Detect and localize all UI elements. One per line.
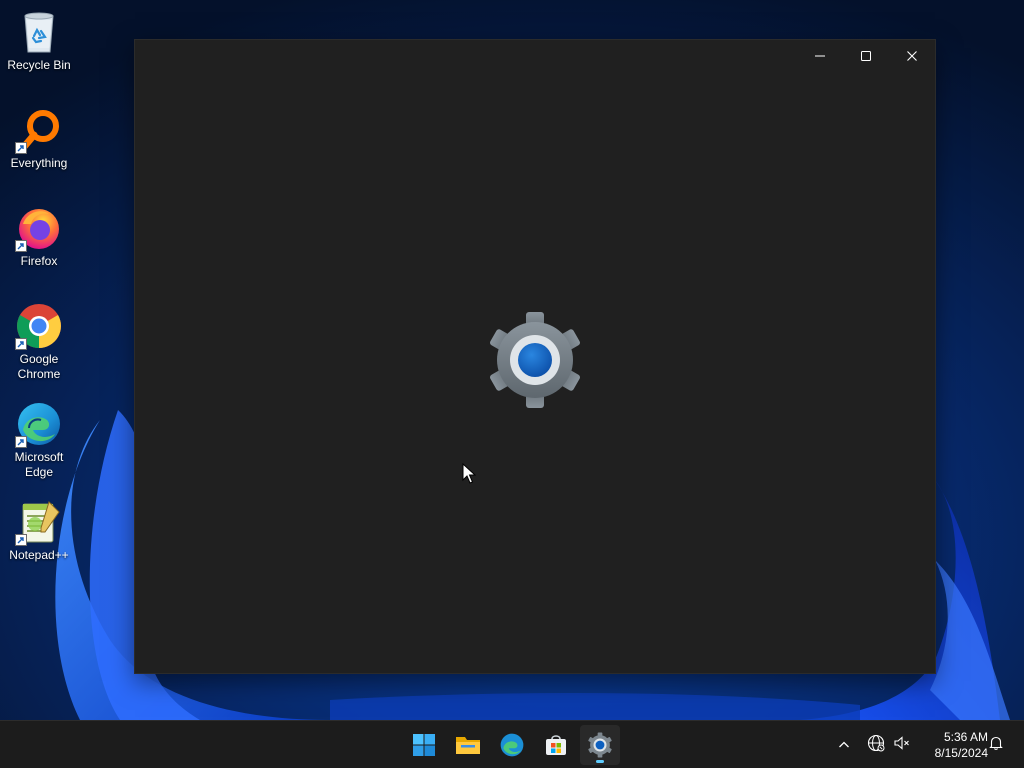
minimize-icon xyxy=(814,50,826,62)
edge-icon xyxy=(499,732,525,758)
desktop-icon-microsoft-edge[interactable]: Microsoft Edge xyxy=(0,400,78,480)
maximize-button[interactable] xyxy=(843,40,889,72)
notepad-plus-plus-icon xyxy=(15,498,63,546)
windows-start-icon xyxy=(412,733,436,757)
file-explorer-icon xyxy=(455,733,481,757)
desktop-icon-google-chrome[interactable]: Google Chrome xyxy=(0,302,78,382)
desktop-icon-firefox[interactable]: Firefox xyxy=(0,204,78,269)
close-button[interactable] xyxy=(889,40,935,72)
close-icon xyxy=(906,50,918,62)
desktop-icon-recycle-bin[interactable]: Recycle Bin xyxy=(0,8,78,73)
taskbar-settings-button[interactable] xyxy=(580,725,620,765)
desktop-icon-notepad-plus-plus[interactable]: Notepad++ xyxy=(0,498,78,563)
desktop-icon-label: Firefox xyxy=(20,254,58,268)
show-hidden-icons-button[interactable] xyxy=(832,733,856,757)
taskbar: 5:36 AM 8/15/2024 xyxy=(0,720,1024,768)
shortcut-arrow-icon xyxy=(15,534,27,546)
taskbar-store-button[interactable] xyxy=(536,725,576,765)
chevron-up-icon xyxy=(838,736,850,755)
everything-search-icon xyxy=(15,106,63,154)
running-app-indicator xyxy=(596,760,604,763)
volume-button[interactable] xyxy=(890,733,914,757)
store-icon xyxy=(544,733,568,757)
mouse-cursor-icon xyxy=(462,462,477,485)
bell-icon xyxy=(988,735,1004,755)
speaker-muted-icon xyxy=(893,734,911,756)
maximize-icon xyxy=(860,50,872,62)
network-status-button[interactable] xyxy=(864,733,888,757)
shortcut-arrow-icon xyxy=(15,436,27,448)
recycle-bin-icon xyxy=(15,8,63,56)
shortcut-arrow-icon xyxy=(15,240,27,252)
edge-icon xyxy=(15,400,63,448)
desktop-icon-label: Recycle Bin xyxy=(7,58,71,72)
minimize-button[interactable] xyxy=(797,40,843,72)
settings-window[interactable] xyxy=(135,40,935,673)
chrome-icon xyxy=(15,302,63,350)
taskbar-edge-button[interactable] xyxy=(492,725,532,765)
desktop-icon-label: Notepad++ xyxy=(9,548,69,562)
taskbar-file-explorer-button[interactable] xyxy=(448,725,488,765)
shortcut-arrow-icon xyxy=(15,142,27,154)
desktop-icon-everything[interactable]: Everything xyxy=(0,106,78,171)
shortcut-arrow-icon xyxy=(15,338,27,350)
clock-time: 5:36 AM xyxy=(943,730,988,744)
settings-gear-icon xyxy=(587,732,613,758)
title-bar[interactable] xyxy=(135,40,935,72)
desktop-icon-label: Google Chrome xyxy=(17,352,61,381)
taskbar-clock[interactable]: 5:36 AM 8/15/2024 xyxy=(918,729,988,761)
clock-date: 8/15/2024 xyxy=(934,746,988,760)
desktop-icon-label: Microsoft Edge xyxy=(14,450,64,479)
notifications-button[interactable] xyxy=(984,733,1008,757)
settings-gear-icon xyxy=(485,310,585,410)
globe-network-icon xyxy=(867,734,885,756)
taskbar-start-button[interactable] xyxy=(404,725,444,765)
desktop-icon-label: Everything xyxy=(10,156,68,170)
firefox-icon xyxy=(15,204,63,252)
